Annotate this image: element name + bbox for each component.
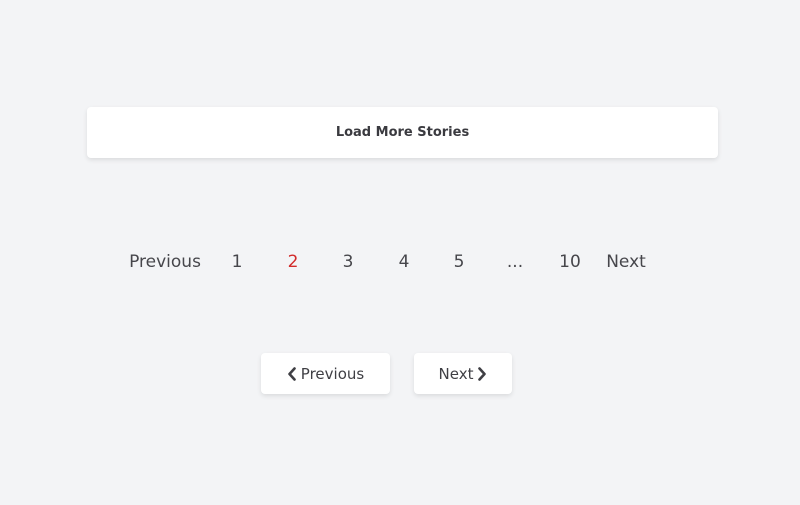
previous-button[interactable]: Previous bbox=[261, 353, 390, 394]
page-link-2-current[interactable]: 2 bbox=[288, 247, 299, 277]
previous-button-label: Previous bbox=[300, 364, 365, 383]
page-link-5[interactable]: 5 bbox=[454, 247, 465, 277]
next-button[interactable]: Next bbox=[414, 353, 512, 394]
page-link-10[interactable]: 10 bbox=[559, 247, 581, 277]
page-link-4[interactable]: 4 bbox=[399, 247, 410, 277]
next-button-label: Next bbox=[438, 364, 474, 383]
load-more-label: Load More Stories bbox=[335, 125, 470, 140]
load-more-stories-button[interactable]: Load More Stories bbox=[87, 107, 718, 158]
chevron-left-icon bbox=[287, 366, 297, 381]
chevron-right-icon bbox=[477, 366, 487, 381]
pagination-previous-link[interactable]: Previous bbox=[129, 247, 201, 277]
page-link-3[interactable]: 3 bbox=[343, 247, 354, 277]
page-link-1[interactable]: 1 bbox=[232, 247, 243, 277]
pagination-ellipsis: ... bbox=[506, 252, 524, 272]
pagination-next-link[interactable]: Next bbox=[606, 247, 646, 277]
numbered-pagination: Previous 1 2 3 4 5 ... 10 Next bbox=[0, 247, 800, 277]
